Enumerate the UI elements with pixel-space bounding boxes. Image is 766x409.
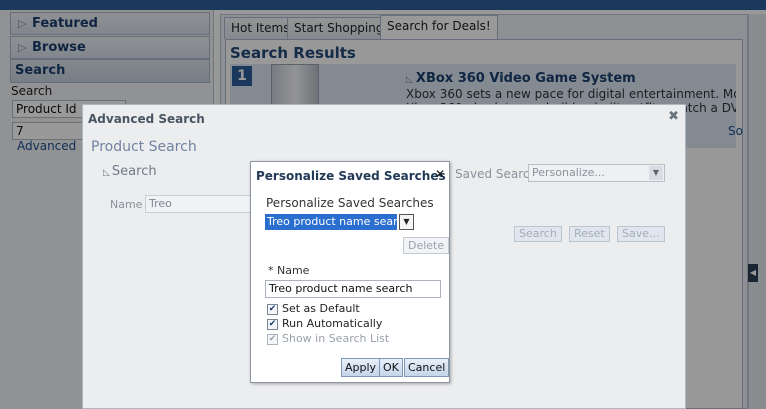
advanced-search-title: Advanced Search bbox=[88, 112, 205, 126]
name-input-value: Treo bbox=[149, 197, 172, 210]
apply-button[interactable]: Apply bbox=[341, 358, 381, 377]
checkmark-icon: ✔ bbox=[267, 318, 278, 330]
checkmark-icon: ✔ bbox=[267, 303, 278, 315]
ok-button[interactable]: OK bbox=[379, 358, 403, 377]
set-as-default-label: Set as Default bbox=[282, 302, 360, 315]
show-in-search-list-checkbox: ✔ Show in Search List bbox=[267, 332, 389, 346]
close-icon[interactable]: ✖ bbox=[668, 109, 679, 124]
chevron-down-icon: ▼ bbox=[649, 166, 663, 180]
required-marker: * bbox=[268, 264, 274, 277]
product-search-heading: Product Search bbox=[91, 139, 197, 155]
name-label: * Name bbox=[268, 264, 309, 277]
name-input-value: Treo product name search bbox=[269, 282, 413, 295]
delete-button[interactable]: Delete bbox=[403, 237, 450, 254]
run-automatically-checkbox[interactable]: ✔ Run Automatically bbox=[267, 317, 382, 331]
search-section-toggle[interactable]: ◺ Search bbox=[103, 164, 157, 179]
triangle-icon: ◺ bbox=[103, 168, 110, 178]
name-label: Name bbox=[110, 198, 143, 211]
chevron-down-icon[interactable]: ▼ bbox=[399, 214, 414, 230]
run-automatically-label: Run Automatically bbox=[282, 317, 383, 330]
personalize-dialog-title: Personalize Saved Searches bbox=[256, 169, 446, 183]
save-button[interactable]: Save... bbox=[617, 226, 665, 242]
search-section-label: Search bbox=[111, 164, 157, 179]
personalize-dialog: Personalize Saved Searches ✕ Personalize… bbox=[250, 161, 450, 383]
saved-search-value: Personalize... bbox=[532, 166, 605, 179]
set-as-default-checkbox[interactable]: ✔ Set as Default bbox=[267, 302, 360, 316]
personalize-select-value: Treo product name search bbox=[265, 214, 411, 230]
search-button[interactable]: Search bbox=[514, 226, 562, 242]
close-icon[interactable]: ✕ bbox=[435, 167, 445, 181]
name-label-text: Name bbox=[277, 264, 310, 277]
checkmark-icon: ✔ bbox=[267, 333, 278, 345]
reset-button[interactable]: Reset bbox=[569, 226, 610, 242]
saved-search-label: Saved Search bbox=[455, 167, 538, 181]
name-input[interactable]: Treo bbox=[145, 195, 260, 213]
saved-search-select[interactable]: Personalize... ▼ bbox=[528, 164, 665, 182]
show-in-search-list-label: Show in Search List bbox=[282, 332, 390, 345]
personalize-select[interactable]: Treo product name search ▼ bbox=[265, 214, 414, 230]
cancel-button[interactable]: Cancel bbox=[404, 358, 450, 377]
name-input[interactable]: Treo product name search bbox=[265, 280, 441, 298]
personalize-select-label: Personalize Saved Searches bbox=[266, 196, 434, 210]
